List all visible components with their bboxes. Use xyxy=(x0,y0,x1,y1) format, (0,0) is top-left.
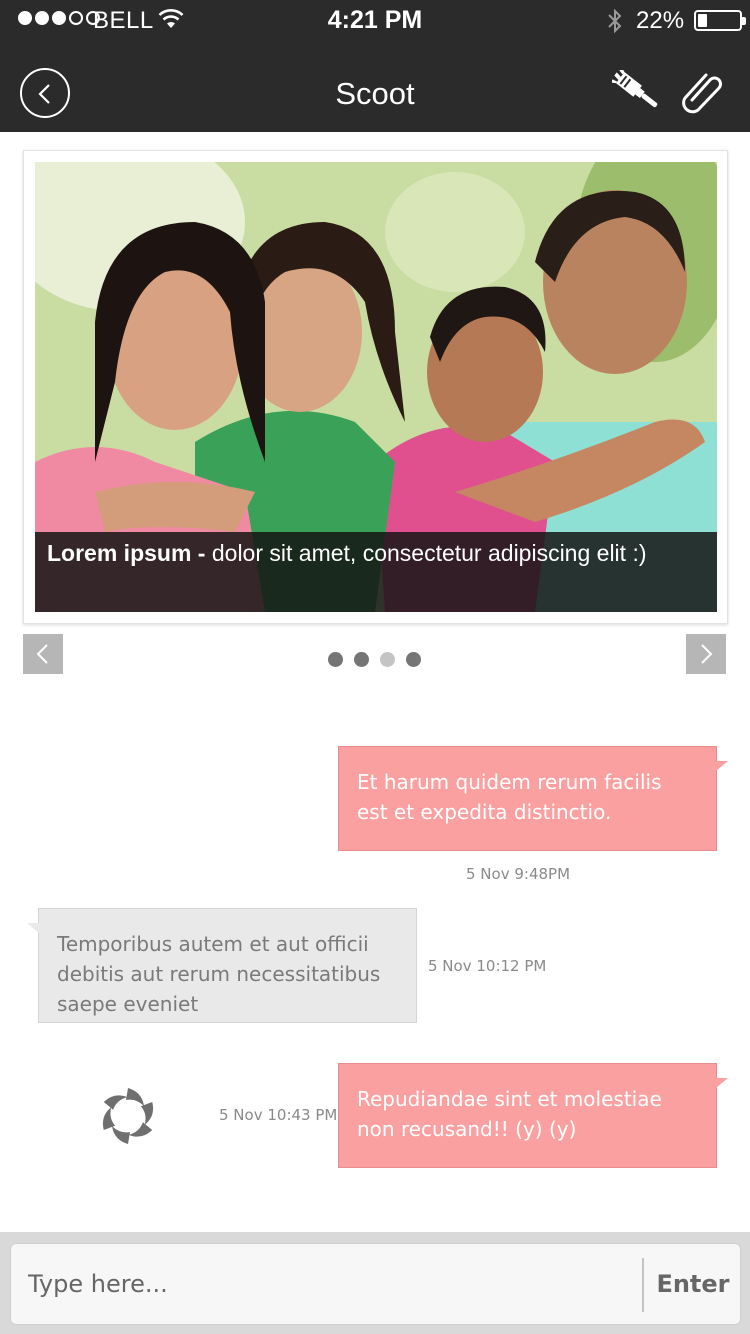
photo-caption: Lorem ipsum - dolor sit amet, consectetu… xyxy=(35,532,717,612)
page-dot[interactable] xyxy=(354,652,369,667)
composer-bar: Enter xyxy=(0,1232,750,1334)
brush-icon[interactable] xyxy=(612,70,662,114)
message-input[interactable] xyxy=(11,1244,641,1324)
message-text: Repudiandae sint et molestiae non recusa… xyxy=(357,1087,662,1141)
paperclip-icon[interactable] xyxy=(680,70,724,114)
carousel-next-button[interactable] xyxy=(686,634,726,674)
battery-percent: 22% xyxy=(636,7,685,34)
top-bar: BELL 4:21 PM 22% Scoot xyxy=(0,0,750,132)
message-bubble-outgoing[interactable]: Repudiandae sint et molestiae non recusa… xyxy=(338,1063,728,1168)
composer-box: Enter xyxy=(10,1243,741,1325)
family-photo[interactable]: Lorem ipsum - dolor sit amet, consectetu… xyxy=(35,162,717,612)
message-timestamp: 5 Nov 10:12 PM xyxy=(428,957,547,975)
carousel-pagination[interactable] xyxy=(328,652,421,667)
page-dot[interactable] xyxy=(406,652,421,667)
photo-card: Lorem ipsum - dolor sit amet, consectetu… xyxy=(23,150,728,624)
chevron-right-icon xyxy=(701,644,713,664)
message-text: Temporibus autem et aut officii debitis … xyxy=(57,932,381,1016)
chevron-left-icon xyxy=(36,644,48,664)
message-bubble-outgoing[interactable]: Et harum quidem rerum facilis est et exp… xyxy=(338,746,728,851)
page-dot[interactable] xyxy=(380,652,395,667)
caption-bold: Lorem ipsum - xyxy=(47,540,206,566)
message-bubble-incoming[interactable]: Temporibus autem et aut officii debitis … xyxy=(27,908,417,1023)
loading-spinner-icon xyxy=(102,1088,154,1144)
battery-icon xyxy=(694,10,746,31)
carousel-prev-button[interactable] xyxy=(23,634,63,674)
message-timestamp: 5 Nov 10:43 PM xyxy=(219,1106,338,1124)
message-timestamp: 5 Nov 9:48PM xyxy=(466,865,571,883)
caption-text: dolor sit amet, consectetur adipiscing e… xyxy=(205,540,647,566)
message-text: Et harum quidem rerum facilis est et exp… xyxy=(357,770,662,824)
enter-button[interactable]: Enter xyxy=(645,1244,741,1324)
status-bar: BELL 4:21 PM 22% xyxy=(0,0,750,42)
page-dot[interactable] xyxy=(328,652,343,667)
bluetooth-icon xyxy=(608,8,622,34)
composer-divider xyxy=(642,1258,644,1312)
